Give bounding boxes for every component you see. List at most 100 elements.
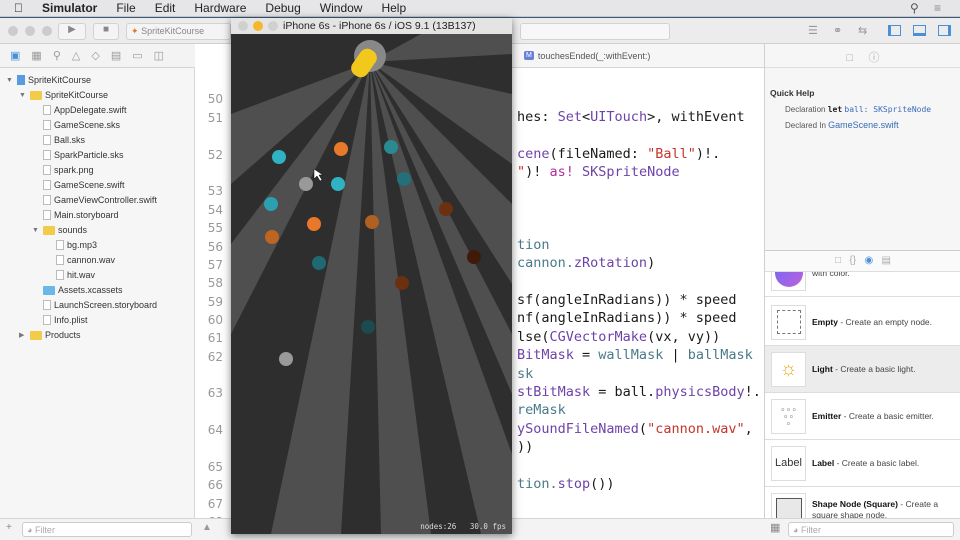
report-navigator-icon[interactable]: ◫ [154, 49, 164, 62]
navigator-item[interactable]: AppDelegate.swift [32, 103, 127, 117]
file-template-icon[interactable]: □ [835, 255, 841, 266]
navigator-item[interactable]: hit.wav [45, 268, 95, 282]
debug-toggle-icon[interactable] [913, 25, 926, 36]
navigator-item[interactable]: GameViewController.swift [32, 193, 157, 207]
menu-app[interactable]: Simulator [42, 1, 97, 15]
menu-hardware[interactable]: Hardware [194, 1, 246, 15]
debug-area-toggle-icon[interactable]: ▲ [202, 522, 212, 533]
library-item[interactable]: with color. [765, 272, 960, 297]
issue-navigator-icon[interactable]: △ [72, 49, 80, 62]
media-library-icon[interactable]: ▤ [882, 255, 891, 266]
grid-view-icon[interactable]: ▦ [770, 521, 780, 534]
stop-button[interactable]: ■ [93, 23, 119, 40]
navigator-item[interactable]: LaunchScreen.storyboard [32, 298, 157, 312]
navigator-item[interactable]: Assets.xcassets [32, 283, 123, 297]
label-node-icon: Label [775, 457, 802, 469]
line-number: 67 [207, 497, 223, 511]
apple-menu-icon[interactable]:  [14, 1, 23, 15]
ball [467, 250, 481, 264]
game-scene[interactable] [231, 34, 512, 534]
close-button[interactable] [8, 26, 18, 36]
navigator-item[interactable]: GameScene.swift [32, 178, 125, 192]
test-navigator-icon[interactable]: ◇ [91, 49, 99, 62]
code-token: "cannon.wav" [647, 421, 745, 437]
library-thumbnail: ∘∘∘ ∘∘ ∘ [771, 398, 806, 434]
spotlight-icon[interactable]: ⚲ [910, 1, 919, 15]
navigator-item[interactable]: ▼ SpriteKitCourse [6, 73, 91, 87]
scheme-selector[interactable]: ✦ SpriteKitCourse [126, 23, 231, 40]
ball [307, 217, 321, 231]
menu-window[interactable]: Window [320, 1, 363, 15]
navigator-toggle-icon[interactable] [888, 25, 901, 36]
navigator-filter-input[interactable]: ◕ Filter [22, 522, 192, 537]
ball [439, 202, 453, 216]
project-navigator-icon[interactable]: ▣ [10, 49, 20, 62]
navigator-item[interactable]: cannon.wav [45, 253, 115, 267]
jump-bar-method[interactable]: touchesEnded(_:withEvent:) [538, 51, 651, 61]
library-item[interactable]: Shape Node (Square) - Create a square sh… [765, 487, 960, 518]
standard-editor-icon[interactable]: ☰ [808, 24, 818, 37]
library-item[interactable]: Label Label - Create a basic label. [765, 440, 960, 487]
sim-close-button[interactable] [238, 21, 248, 31]
navigator-item[interactable]: Info.plist [32, 313, 88, 327]
library-filter-input[interactable]: ◕ Filter [788, 522, 954, 537]
navigator-item[interactable]: ▼ SpriteKitCourse [19, 88, 108, 102]
simulator-title: iPhone 6s - iPhone 6s / iOS 9.1 (13B137) [283, 20, 476, 32]
jump-bar[interactable]: M touchesEnded(_:withEvent:) [512, 44, 764, 68]
empty-node-icon [776, 310, 801, 334]
navigator-item[interactable]: spark.png [32, 163, 94, 177]
disclosure-triangle-icon[interactable]: ▼ [6, 77, 14, 84]
find-navigator-icon[interactable]: ⚲ [53, 49, 61, 62]
color-sprite-icon [774, 272, 803, 287]
menu-debug[interactable]: Debug [265, 1, 300, 15]
file-inspector-icon[interactable]: □ [847, 52, 854, 64]
navigator-item[interactable]: SparkParticle.sks [32, 148, 124, 162]
code-token: = [573, 347, 599, 363]
file-icon [43, 180, 51, 190]
navigator-item[interactable]: bg.mp3 [45, 238, 97, 252]
add-icon[interactable]: + [6, 522, 12, 533]
run-button[interactable]: ▶ [58, 23, 86, 40]
code-editor[interactable]: hes: Set<UITouch>, withEvent cene(fileNam… [512, 68, 764, 518]
library-item[interactable]: Empty - Create an empty node. [765, 299, 960, 346]
library-item-text: with color. [812, 272, 850, 279]
navigator-item[interactable]: Main.storyboard [32, 208, 119, 222]
ball [312, 256, 326, 270]
breakpoint-navigator-icon[interactable]: ▭ [132, 49, 142, 62]
disclosure-triangle-icon[interactable]: ▼ [32, 227, 40, 234]
debug-navigator-icon[interactable]: ▤ [111, 49, 121, 62]
code-token: >, withEvent [647, 109, 745, 125]
code-token: physicsBody [655, 384, 745, 400]
symbol-navigator-icon[interactable]: ▦ [31, 49, 41, 62]
sim-minimize-button[interactable] [253, 21, 263, 31]
utilities-toggle-icon[interactable] [938, 25, 951, 36]
disclosure-triangle-icon[interactable]: ▶ [19, 331, 27, 339]
menu-help[interactable]: Help [381, 1, 406, 15]
navigator-item[interactable]: GameScene.sks [32, 118, 120, 132]
navigator-item[interactable]: ▼ sounds [32, 223, 87, 237]
version-editor-icon[interactable]: ⇆ [858, 24, 867, 37]
code-line: cene(fileNamed: "Ball")!. [517, 146, 720, 162]
library-item[interactable]: ☼ Light - Create a basic light. [765, 346, 960, 393]
minimize-button[interactable] [25, 26, 35, 36]
navigator-item-label: SpriteKitCourse [45, 90, 109, 100]
navigator-item[interactable]: Ball.sks [32, 133, 85, 147]
disclosure-triangle-icon[interactable]: ▼ [19, 92, 27, 99]
menu-file[interactable]: File [116, 1, 135, 15]
library-item[interactable]: ∘∘∘ ∘∘ ∘ Emitter - Create a basic emitter. [765, 393, 960, 440]
menu-edit[interactable]: Edit [155, 1, 176, 15]
library-item-desc: - Create an empty node. [837, 316, 933, 327]
code-snippet-icon[interactable]: {} [849, 255, 856, 266]
zoom-button[interactable] [42, 26, 52, 36]
navigator-item-label: bg.mp3 [67, 240, 98, 250]
scheme-icon: ✦ [131, 26, 139, 36]
notification-list-icon[interactable]: ≡ [934, 1, 941, 15]
ball [384, 140, 398, 154]
line-number: 65 [207, 460, 223, 474]
object-library-icon[interactable]: ◉ [864, 255, 873, 266]
sim-zoom-button[interactable] [268, 21, 278, 31]
assistant-editor-icon[interactable]: ⚭ [833, 24, 842, 37]
code-token: = ball. [590, 384, 656, 400]
quick-help-icon[interactable]: ⓘ [868, 52, 879, 64]
navigator-item[interactable]: ▶ Products [19, 328, 81, 342]
